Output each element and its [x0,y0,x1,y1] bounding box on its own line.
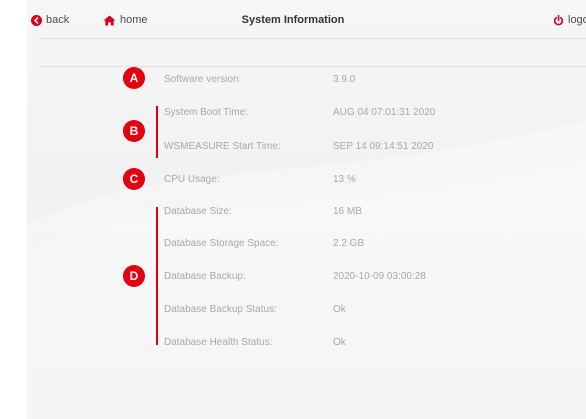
info-row-database-size: Database Size: 16 MB [0,203,586,219]
logout-button[interactable]: logo [553,14,586,26]
info-label: Database Health Status: [164,337,273,348]
info-row-boot-time: System Boot Time: AUG 04 07:01:31 2020 [0,104,586,120]
info-label: System Boot Time: [164,107,248,118]
info-value: 2020-10-09 03:00:28 [333,271,426,282]
top-bar: back home System Information logo [0,0,586,40]
info-row-database-storage: Database Storage Space: 2.2 GB [0,235,586,251]
info-label: WSMEASURE Start Time: [164,141,281,152]
logout-label: logo [568,14,586,26]
power-icon [553,14,564,25]
info-label: Database Storage Space: [164,238,279,249]
info-row-software-version: Software version: 3.9.0 [0,71,586,87]
content-divider [40,66,586,67]
info-label: Database Backup Status: [164,304,277,315]
info-value: 13 % [333,174,356,185]
info-label: Software version: [164,74,242,85]
page-title: System Information [241,14,345,26]
info-row-database-backup: Database Backup: 2020-10-09 03:00:28 [0,268,586,284]
info-label: Database Size: [164,206,232,217]
info-value: Ok [333,304,346,315]
header-divider [40,38,586,39]
info-label: CPU Usage: [164,174,220,185]
info-row-backup-status: Database Backup Status: Ok [0,301,586,317]
info-label: Database Backup: [164,271,246,282]
info-value: Ok [333,337,346,348]
info-row-health-status: Database Health Status: Ok [0,334,586,350]
info-value: 3.9.0 [333,74,356,85]
info-row-wsmeasure-start: WSMEASURE Start Time: SEP 14 09:14:51 20… [0,138,586,154]
system-info-panel: back home System Information logo A B C … [0,0,586,419]
info-row-cpu-usage: CPU Usage: 13 % [0,171,586,187]
info-value: 16 MB [333,206,362,217]
info-value: AUG 04 07:01:31 2020 [333,107,436,118]
info-value: SEP 14 09:14:51 2020 [333,141,434,152]
info-value: 2.2 GB [333,238,365,249]
